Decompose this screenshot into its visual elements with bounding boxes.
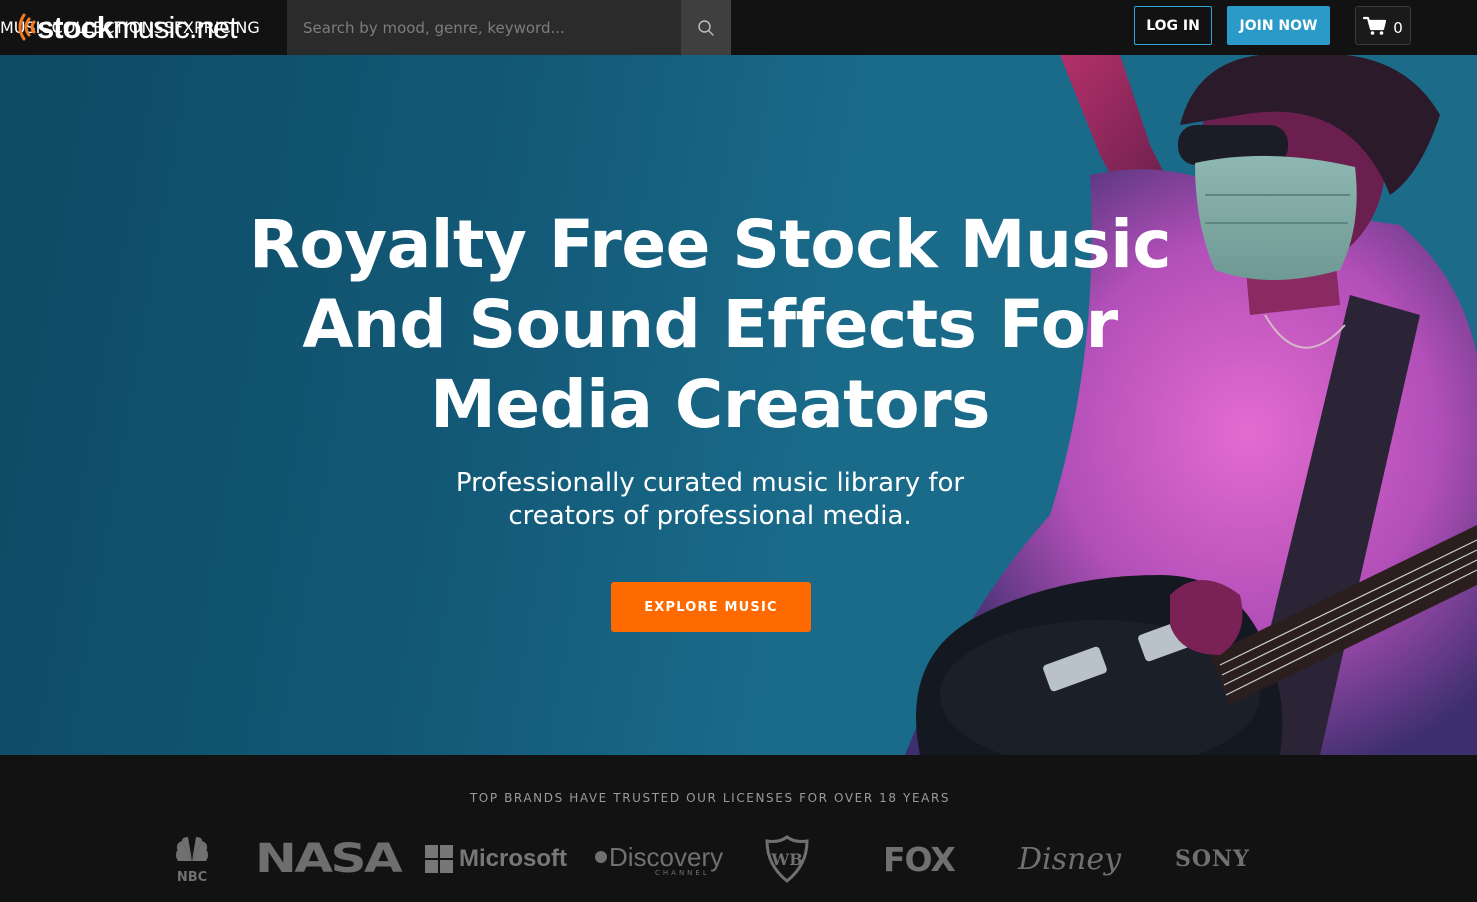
wb-shield-icon: WB <box>765 835 809 883</box>
site-header: stockmusic.net MUSIC COLLECTIONS SFX PRI… <box>0 0 1477 55</box>
warner-bros-logo: WB <box>765 833 809 885</box>
microsoft-windows-icon <box>425 845 453 873</box>
disney-logo-text: Disney <box>1018 841 1122 877</box>
hero-section: Royalty Free Stock Music And Sound Effec… <box>0 55 1477 755</box>
sony-logo-text: SONY <box>1175 846 1250 872</box>
fox-logo: FOX <box>883 833 956 885</box>
join-now-button[interactable]: JOIN NOW <box>1227 6 1330 45</box>
cart-button[interactable]: 0 <box>1355 6 1411 45</box>
search-input[interactable] <box>287 0 681 55</box>
hero-title-line-3: Media Creators <box>430 366 990 443</box>
sony-logo: SONY <box>1175 833 1250 885</box>
hero-title-line-1: Royalty Free Stock Music <box>249 206 1171 283</box>
discovery-globe-icon <box>595 851 607 863</box>
hero-title-line-2: And Sound Effects For <box>302 286 1118 363</box>
sound-waves-icon <box>18 13 36 41</box>
discovery-logo: Discovery CHANNEL <box>595 833 723 885</box>
search-icon <box>698 19 714 36</box>
hero-subtitle: Professionally curated music library for… <box>410 467 1010 533</box>
search-bar <box>287 0 731 55</box>
nasa-logo-text: NASA <box>255 836 403 882</box>
nasa-logo: NASA <box>255 833 403 885</box>
fox-logo-text: FOX <box>883 839 956 879</box>
nbc-peacock-icon: NBC <box>176 837 208 883</box>
hero-subtitle-line-1: Professionally curated music library for <box>455 468 965 498</box>
cart-count: 0 <box>1393 18 1403 37</box>
explore-music-button[interactable]: EXPLORE MUSIC <box>611 582 811 632</box>
brands-title: TOP BRANDS HAVE TRUSTED OUR LICENSES FOR… <box>469 791 951 805</box>
microsoft-logo: Microsoft <box>425 833 567 885</box>
shopping-cart-icon <box>1363 16 1387 35</box>
logo-text: stockmusic.net <box>37 9 238 45</box>
search-button[interactable] <box>681 0 731 55</box>
microsoft-logo-text: Microsoft <box>459 845 567 872</box>
nbc-logo-text: NBC <box>177 870 207 883</box>
nbc-logo: NBC <box>168 833 216 885</box>
discovery-channel-text: CHANNEL <box>655 868 710 877</box>
wb-logo-text: WB <box>770 850 803 869</box>
disney-logo: Disney <box>1018 833 1121 885</box>
login-button[interactable]: LOG IN <box>1134 6 1212 45</box>
hero-title: Royalty Free Stock Music And Sound Effec… <box>210 205 1210 445</box>
hero-subtitle-line-2: creators of professional media. <box>508 501 912 531</box>
site-logo[interactable]: stockmusic.net <box>14 8 238 46</box>
trusted-brands-section: TOP BRANDS HAVE TRUSTED OUR LICENSES FOR… <box>0 755 1477 902</box>
